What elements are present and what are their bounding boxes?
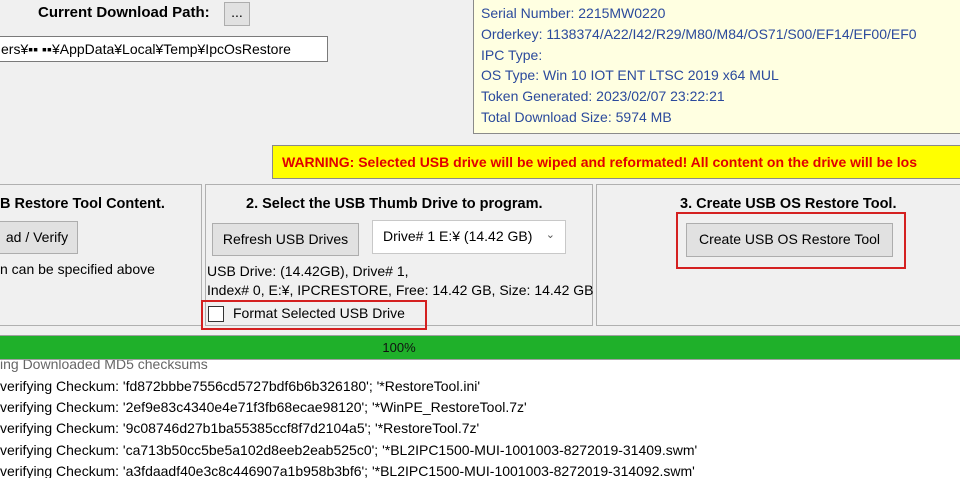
chevron-down-icon: ⌄: [545, 229, 555, 241]
usb-drive-details: USB Drive: (14.42GB), Drive# 1, Index# 0…: [207, 262, 594, 300]
usb-drive-details-line1: USB Drive: (14.42GB), Drive# 1,: [207, 263, 409, 279]
log-line: verifying Checkum: 'fd872bbbe7556cd5727b…: [0, 378, 481, 394]
step1-note: n can be specified above: [0, 261, 155, 277]
download-verify-button[interactable]: ad / Verify: [0, 221, 78, 254]
token-generated-text: Token Generated: 2023/02/07 23:22:21: [481, 88, 725, 105]
usb-drive-details-line2: Index# 0, E:¥, IPCRESTORE, Free: 14.42 G…: [207, 282, 594, 298]
log-output[interactable]: ing Downloaded MD5 checksums verifying C…: [0, 360, 960, 478]
usb-drive-select[interactable]: Drive# 1 E:¥ (14.42 GB) ⌄: [372, 220, 566, 254]
serial-number-text: Serial Number: 2215MW0220: [481, 5, 666, 21]
total-download-size-text: Total Download Size: 5974 MB: [481, 108, 672, 125]
progress-percent: 100%: [382, 340, 416, 355]
download-path-field[interactable]: ers¥▪▪ ▪▪¥AppData¥Local¥Temp¥IpcOsRestor…: [0, 36, 328, 62]
log-line: verifying Checkum: 'ca713b50cc5be5a102d8…: [0, 442, 698, 458]
refresh-usb-drives-button[interactable]: Refresh USB Drives: [212, 223, 359, 256]
log-line: ing Downloaded MD5 checksums: [0, 360, 208, 372]
orderkey-text: Orderkey: 1138374/A22/I42/R29/M80/M84/OS…: [481, 25, 917, 42]
wipe-warning-banner: WARNING: Selected USB drive will be wipe…: [272, 145, 960, 179]
step3-title: 3. Create USB OS Restore Tool.: [680, 196, 897, 212]
download-path-label: Current Download Path:: [38, 4, 210, 21]
token-info-panel: Serial Number: 2215MW0220 Orderkey: 1138…: [473, 0, 960, 134]
step1-title: B Restore Tool Content.: [0, 196, 165, 212]
log-line: verifying Checkum: '2ef9e83c4340e4e71f3f…: [0, 399, 527, 415]
usb-drive-select-value: Drive# 1 E:¥ (14.42 GB): [383, 228, 533, 244]
ipc-type-text: IPC Type:: [481, 46, 543, 63]
step2-title: 2. Select the USB Thumb Drive to program…: [246, 196, 543, 212]
format-usb-label[interactable]: Format Selected USB Drive: [233, 305, 405, 321]
os-type-text: OS Type: Win 10 IOT ENT LTSC 2019 x64 MU…: [481, 67, 779, 84]
log-line: verifying Checkum: '9c08746d27b1ba55385c…: [0, 420, 480, 436]
create-usb-restore-tool-button[interactable]: Create USB OS Restore Tool: [686, 223, 893, 257]
format-usb-checkbox[interactable]: [208, 306, 224, 322]
log-line: verifying Checkum: 'a3fdaadf40e3c8c44690…: [0, 463, 695, 478]
browse-path-button[interactable]: ...: [224, 2, 250, 26]
